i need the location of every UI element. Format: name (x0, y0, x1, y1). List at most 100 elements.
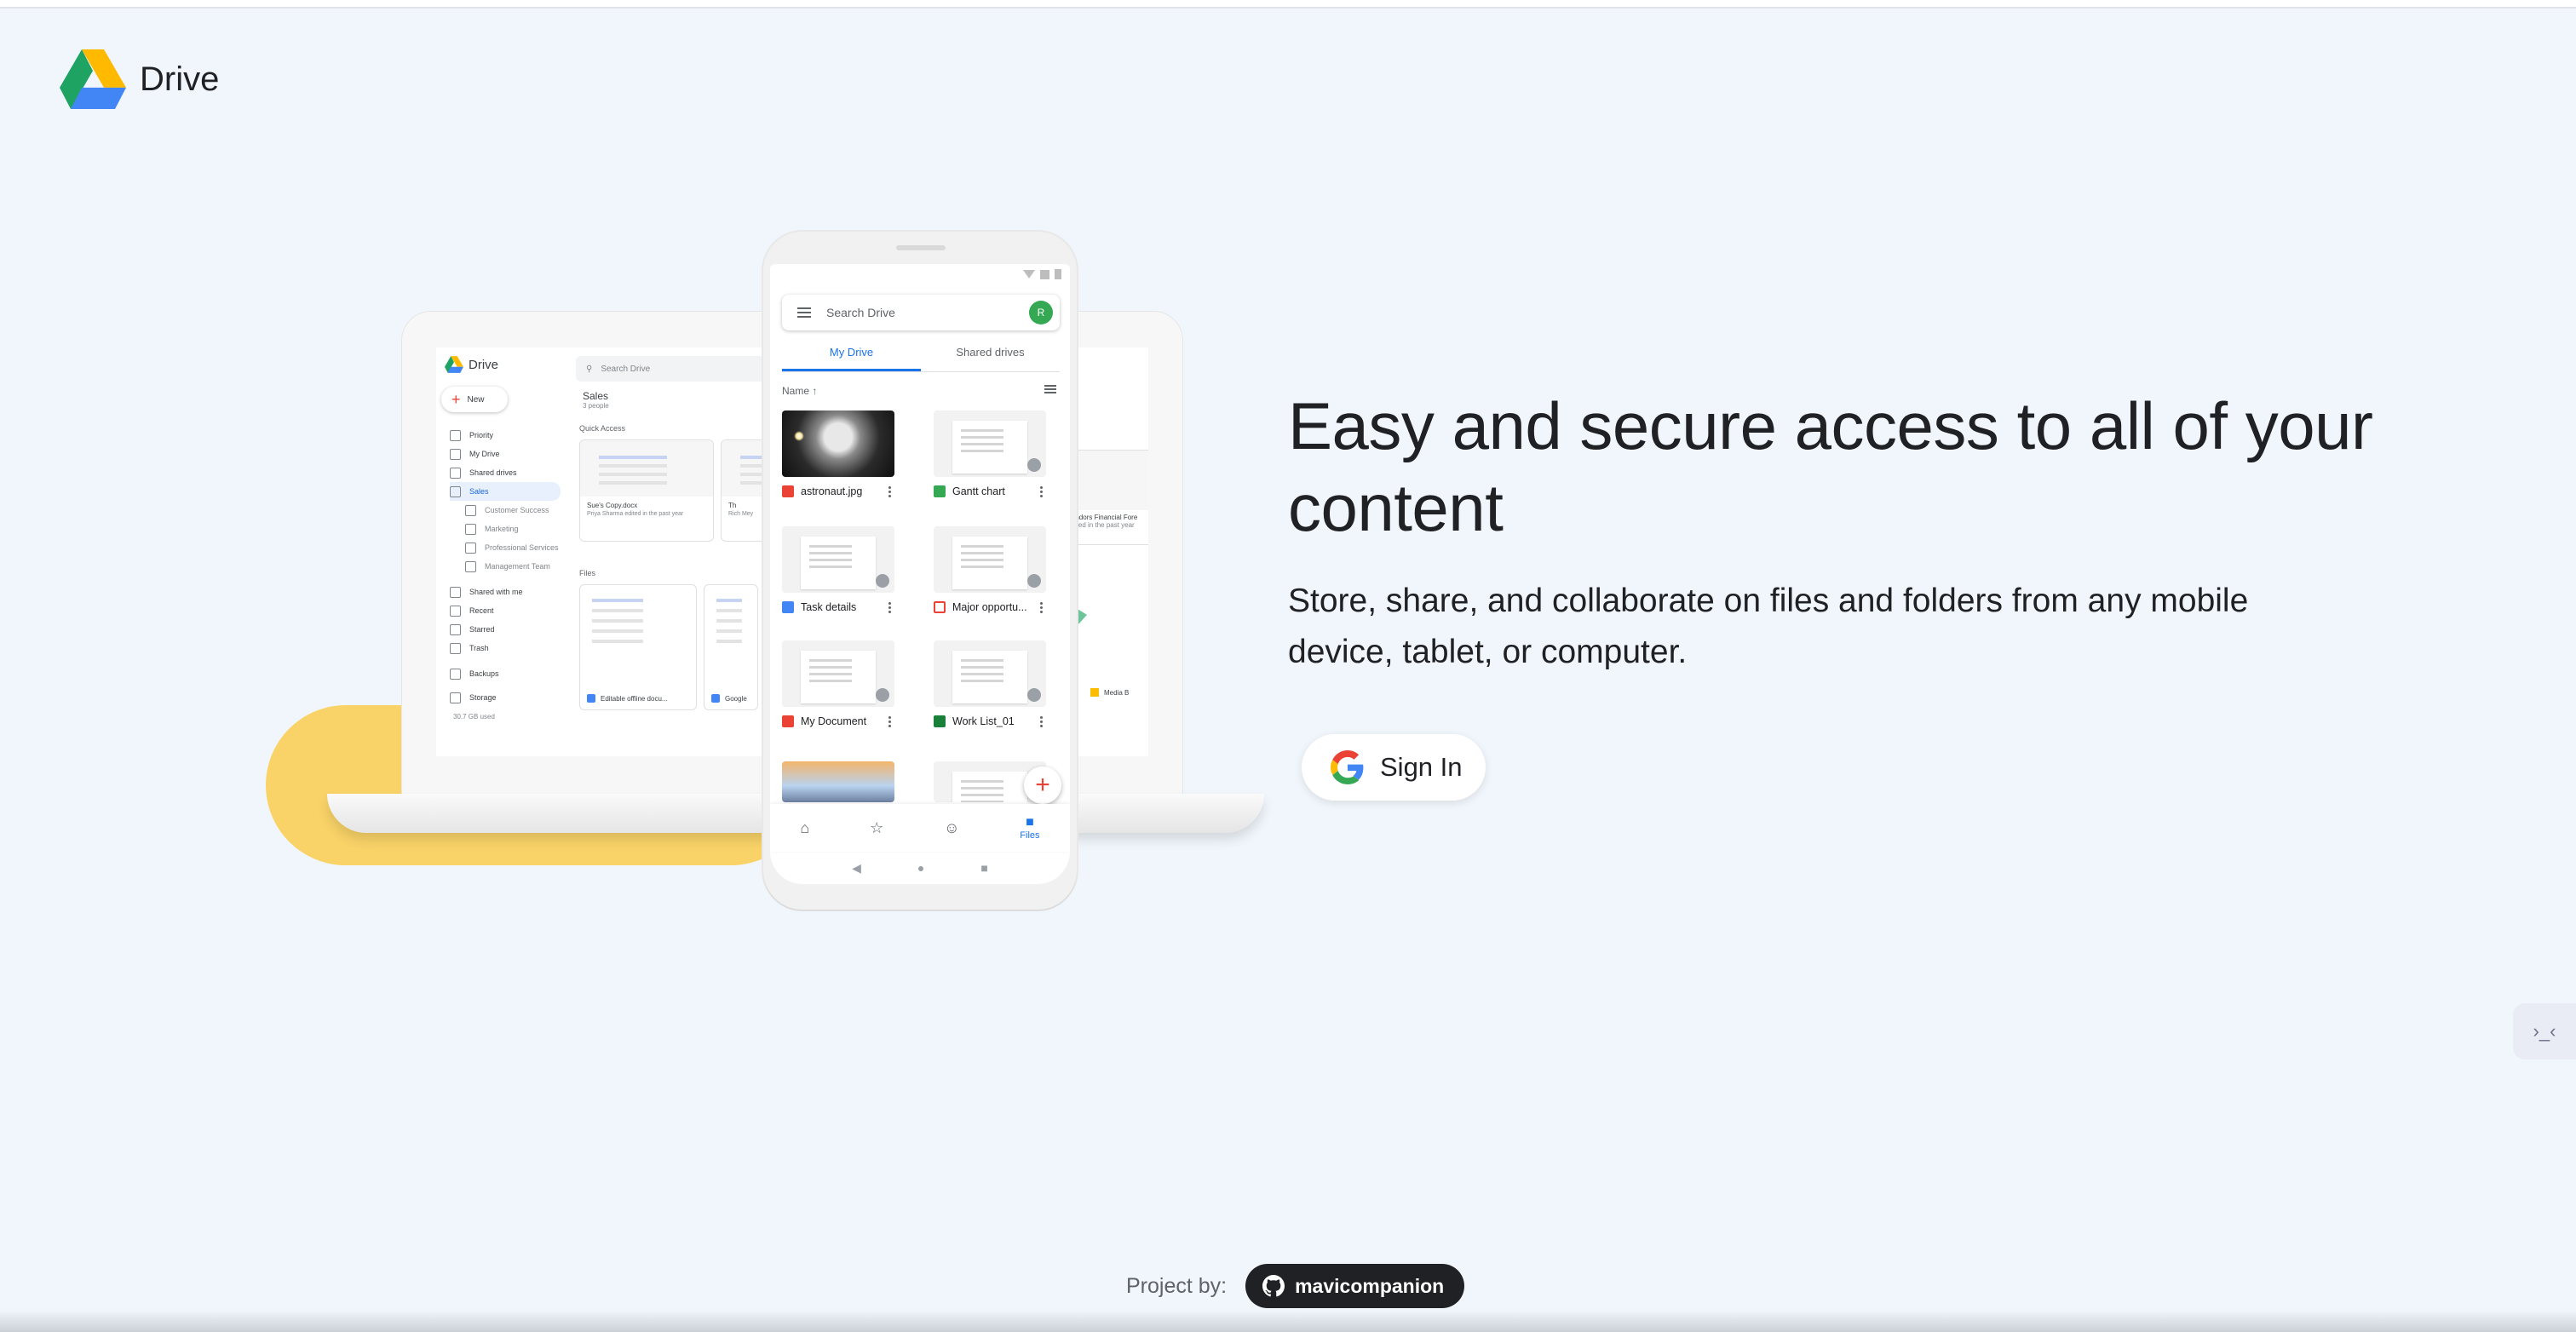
new-label: New (467, 394, 485, 405)
recents-icon: ■ (980, 861, 988, 875)
nav-recent: Recent (450, 601, 561, 620)
folder-people: 3 people (583, 402, 609, 410)
add-fab-icon: + (1024, 766, 1061, 804)
github-icon (1262, 1275, 1285, 1297)
google-g-icon (1331, 750, 1364, 784)
nav-trash: Trash (450, 639, 561, 657)
collapse-icon[interactable]: ›_‹ (2513, 1003, 2576, 1059)
qa-card-meta: Priya Sharma edited in the past year (587, 511, 684, 517)
phone-bottom-nav: ⌂ ☆ ☺ ■ Files (770, 804, 1070, 852)
github-username: mavicompanion (1295, 1274, 1445, 1297)
folder-icon: ■ (1026, 815, 1034, 830)
file1-name: Editable offline docu... (601, 694, 668, 703)
more-icon (888, 490, 891, 493)
files-label: Files (579, 569, 596, 577)
github-profile-link[interactable]: mavicompanion (1245, 1264, 1465, 1308)
nav-shared-with-me: Shared with me (450, 583, 561, 601)
laptop-search: ⚲ Search Drive (576, 356, 780, 382)
nav-customer-success: Customer Success (450, 501, 561, 520)
android-system-nav: ◀ ● ■ (770, 852, 1070, 884)
home-icon: ⌂ (800, 818, 810, 836)
sign-in-button[interactable]: Sign In (1302, 734, 1486, 801)
file-tile: Gantt chart (934, 411, 1046, 497)
file-name: Major opportu... (952, 601, 1027, 613)
more-icon (1040, 490, 1043, 493)
shared-icon (1027, 688, 1041, 702)
file-tile: Major opportu... (934, 526, 1046, 613)
shared-icon (876, 688, 889, 702)
hero-title: Easy and secure access to all of your co… (1288, 388, 2373, 545)
phone-screen: Search Drive R My Drive Shared drives Na… (770, 264, 1070, 884)
nav-marketing: Marketing (450, 520, 561, 538)
footer: Project by: mavicompanion (1126, 1264, 1465, 1308)
phone-search-placeholder: Search Drive (826, 306, 895, 319)
file-name: Work List_01 (952, 715, 1015, 727)
pdf-file-icon (934, 601, 946, 613)
storage-used: 30.7 GB used (453, 712, 495, 721)
file-name: Gantt chart (952, 485, 1005, 497)
phone-speaker (896, 245, 946, 250)
laptop-file-card-2: Google (704, 584, 758, 710)
menu-icon (797, 312, 811, 313)
laptop-search-placeholder: Search Drive (601, 364, 651, 374)
nav-shared-drives: Shared drives (450, 463, 561, 482)
excel-file-icon (934, 715, 946, 727)
laptop-folder-header: Sales 3 people (583, 390, 609, 410)
shared-icon (1027, 574, 1041, 588)
laptop-new-button: + New (441, 387, 508, 412)
file-tile: Work List_01 (934, 640, 1046, 727)
phone-illustration: Search Drive R My Drive Shared drives Na… (763, 232, 1077, 910)
sign-in-label: Sign In (1380, 752, 1463, 782)
folder-title: Sales (583, 390, 609, 402)
search-icon: ⚲ (586, 364, 593, 374)
header-brand[interactable]: Drive (60, 49, 219, 109)
laptop-file-3: Media B (1090, 688, 1129, 697)
file-tile: astronaut.jpg (782, 411, 894, 497)
project-by-label: Project by: (1126, 1273, 1228, 1298)
nav-storage: Storage (450, 688, 561, 707)
city-thumbnail (782, 761, 894, 802)
laptop-app-name: Drive (469, 357, 499, 372)
file-tile: My Document (782, 640, 894, 727)
word-file-icon (782, 601, 794, 613)
quick-access-card: Sue's Copy.docx Priya Sharma edited in t… (579, 439, 714, 542)
phone-search-bar: Search Drive R (782, 295, 1060, 330)
wifi-icon (1023, 270, 1035, 278)
nav-sales: Sales (450, 482, 561, 501)
battery-icon (1055, 269, 1061, 279)
image-file-icon (782, 485, 794, 497)
shared-people-icon: ☺ (944, 818, 960, 836)
file-name: My Document (801, 715, 867, 727)
laptop-file-card: Editable offline docu... (579, 584, 697, 710)
nav-priority: Priority (450, 426, 561, 445)
more-icon (1040, 720, 1043, 723)
hero-subtitle: Store, share, and collaborate on files a… (1288, 583, 2249, 670)
top-border (0, 0, 2576, 9)
quick-access-label: Quick Access (579, 424, 626, 433)
qa-card2-title: Th (728, 502, 737, 509)
back-icon: ◀ (852, 860, 861, 875)
status-bar (1023, 269, 1061, 279)
sort-label: Name ↑ (782, 385, 818, 397)
sheets-file-icon (934, 485, 946, 497)
nav-starred: Starred (450, 620, 561, 639)
bottom-shade (0, 1310, 2576, 1332)
qa-card2-meta: Rich Mey (728, 511, 754, 517)
signal-icon (1040, 269, 1049, 279)
more-icon (888, 720, 891, 723)
astronaut-thumbnail (782, 411, 894, 477)
star-icon: ☆ (870, 818, 884, 836)
shared-icon (876, 574, 889, 588)
google-drive-logo-icon (60, 49, 126, 109)
plus-icon: + (451, 390, 461, 408)
file-tile (782, 761, 894, 802)
phone-tabs: My Drive Shared drives (782, 341, 1060, 372)
files-nav-item: ■ Files (1020, 815, 1040, 841)
laptop-sidebar: Priority My Drive Shared drives Sales Cu… (450, 426, 561, 726)
file2-name: Google (725, 694, 747, 703)
more-icon (888, 606, 891, 609)
tab-my-drive: My Drive (782, 341, 921, 371)
shared-icon (1027, 458, 1041, 472)
app-name: Drive (140, 60, 220, 98)
slides-file-icon (782, 715, 794, 727)
